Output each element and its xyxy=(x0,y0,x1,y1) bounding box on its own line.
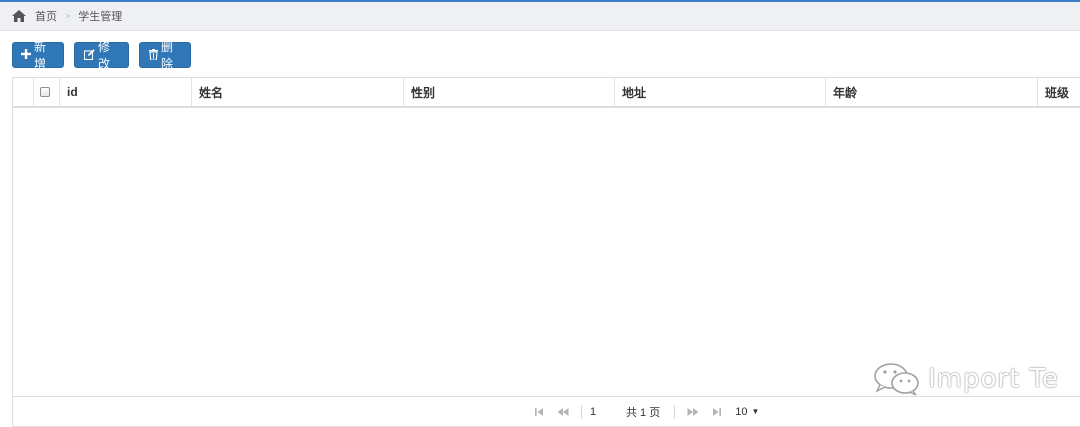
breadcrumb-current: 学生管理 xyxy=(78,11,123,23)
delete-button[interactable]: 删除 xyxy=(139,40,191,71)
edit-icon xyxy=(83,48,95,62)
page-size-select[interactable]: 10 ▼ xyxy=(735,406,759,418)
edit-button-label: 修改 xyxy=(98,40,111,71)
edit-button[interactable]: 修改 xyxy=(74,40,129,71)
delete-button-label: 删除 xyxy=(161,40,174,71)
select-all-checkbox[interactable] xyxy=(40,87,50,97)
breadcrumb-home[interactable]: 首页 xyxy=(35,8,57,24)
trash-icon xyxy=(149,48,158,62)
table-body xyxy=(13,108,1080,396)
watermark-text: Import Te xyxy=(928,364,1060,394)
next-page-icon[interactable] xyxy=(685,406,701,418)
column-header-name[interactable]: 姓名 xyxy=(191,78,403,106)
column-header-class[interactable]: 班级 xyxy=(1037,78,1080,106)
rownumber-header xyxy=(13,78,33,106)
pager-divider xyxy=(674,404,676,419)
breadcrumb: 首页 > 学生管理 xyxy=(0,2,1080,31)
wechat-icon xyxy=(874,363,919,396)
table-header: id 姓名 性别 地址 年龄 班级 xyxy=(13,78,1080,108)
page-total-text: 共 1 页 xyxy=(626,406,661,419)
home-icon[interactable] xyxy=(12,10,26,22)
column-header-address[interactable]: 地址 xyxy=(614,78,825,106)
pager-divider xyxy=(581,404,582,419)
plus-icon xyxy=(21,49,31,61)
add-button-label: 新增 xyxy=(34,40,47,71)
column-header-age[interactable]: 年龄 xyxy=(825,78,1037,106)
first-page-icon[interactable] xyxy=(531,406,547,418)
column-header-id[interactable]: id xyxy=(59,78,191,106)
column-header-gender[interactable]: 性别 xyxy=(403,78,614,106)
select-all-cell xyxy=(33,78,59,106)
last-page-icon[interactable] xyxy=(709,406,725,418)
caret-down-icon: ▼ xyxy=(751,407,760,416)
add-button[interactable]: 新增 xyxy=(12,40,64,71)
page-number-input[interactable] xyxy=(588,403,626,420)
breadcrumb-separator-icon: > xyxy=(65,11,71,21)
pagination-bar: 共 1 页 10 ▼ xyxy=(13,396,1080,426)
pagination-controls: 共 1 页 10 ▼ xyxy=(527,397,759,426)
prev-page-icon[interactable] xyxy=(555,406,571,418)
toolbar: 新增 修改 删除 xyxy=(12,40,201,71)
page-size-value: 10 xyxy=(735,405,748,418)
watermark: Import Te xyxy=(872,362,1059,396)
